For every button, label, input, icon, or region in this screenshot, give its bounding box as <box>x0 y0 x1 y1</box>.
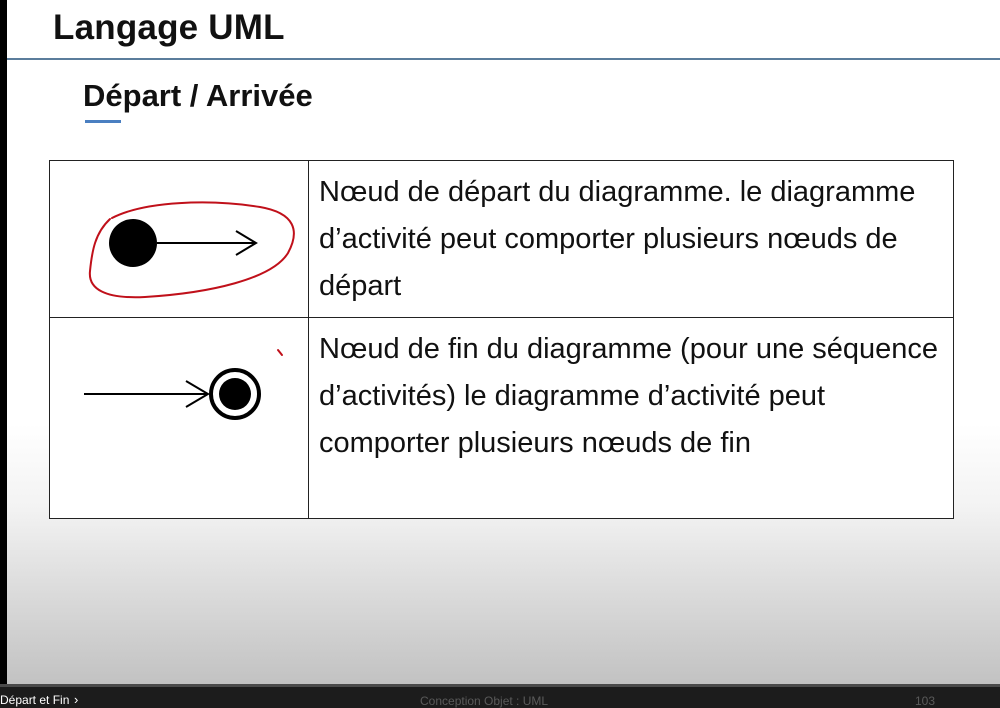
chevron-right-icon[interactable]: › <box>74 692 78 707</box>
table-row: Nœud de fin du diagramme (pour une séque… <box>49 317 954 519</box>
video-frame: Langage UML Départ / Arrivée Nœud de dép… <box>0 0 1000 708</box>
chapter-label[interactable]: Départ et Fin <box>0 693 69 707</box>
title-divider <box>7 58 1000 60</box>
table-row: Nœud de départ du diagramme. le diagramm… <box>49 160 954 318</box>
end-node-dot <box>219 378 251 410</box>
end-node-symbol <box>84 349 283 420</box>
symbols-table: Nœud de départ du diagramme. le diagramm… <box>49 160 954 519</box>
start-node-description: Nœud de départ du diagramme. le diagramm… <box>308 160 954 318</box>
end-node-description: Nœud de fin du diagramme (pour une séque… <box>308 317 954 519</box>
progress-track[interactable] <box>0 684 1000 687</box>
slide-page-number: 103 <box>915 694 936 708</box>
slide-footer-text: Conception Objet : UML <box>420 694 549 708</box>
start-node-dot <box>109 219 157 267</box>
video-player-bar[interactable]: Départ et Fin › Conception Objet : UML 1… <box>0 684 1000 708</box>
slide-title: Langage UML <box>53 8 285 47</box>
start-node-cell <box>49 160 309 318</box>
slide-subtitle: Départ / Arrivée <box>83 78 313 113</box>
subtitle-underline <box>85 120 121 123</box>
slide: Langage UML Départ / Arrivée Nœud de dép… <box>7 0 1000 684</box>
annotation-mark <box>277 349 283 356</box>
start-node-symbol <box>88 201 295 299</box>
end-node-cell <box>49 317 309 519</box>
